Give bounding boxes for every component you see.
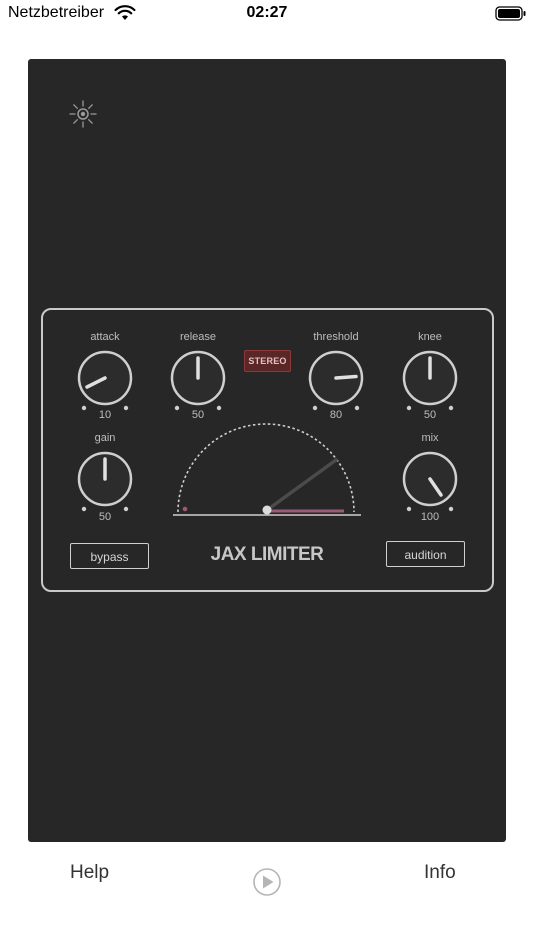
- stereo-badge[interactable]: STEREO: [244, 350, 291, 372]
- sun-icon[interactable]: [68, 99, 98, 129]
- knee-label: knee: [418, 331, 442, 343]
- info-link[interactable]: Info: [424, 862, 456, 884]
- mix-label: mix: [421, 432, 439, 444]
- battery-icon: [495, 6, 526, 21]
- mix-value: 100: [420, 511, 440, 523]
- gain-value: 50: [98, 511, 112, 523]
- threshold-label: threshold: [313, 331, 359, 343]
- plugin-title: JAX LIMITER: [210, 544, 324, 565]
- attack-value: 10: [98, 409, 112, 421]
- attack-label: attack: [90, 331, 120, 343]
- audition-button[interactable]: audition: [386, 541, 465, 567]
- knee-value: 50: [423, 409, 437, 421]
- play-circle-icon[interactable]: [252, 867, 282, 897]
- gain-label: gain: [94, 432, 116, 444]
- bypass-button[interactable]: bypass: [70, 543, 149, 569]
- help-link[interactable]: Help: [70, 862, 109, 884]
- release-label: release: [179, 331, 217, 343]
- clock: 02:27: [246, 4, 288, 21]
- gain-reduction-meter: [173, 423, 361, 516]
